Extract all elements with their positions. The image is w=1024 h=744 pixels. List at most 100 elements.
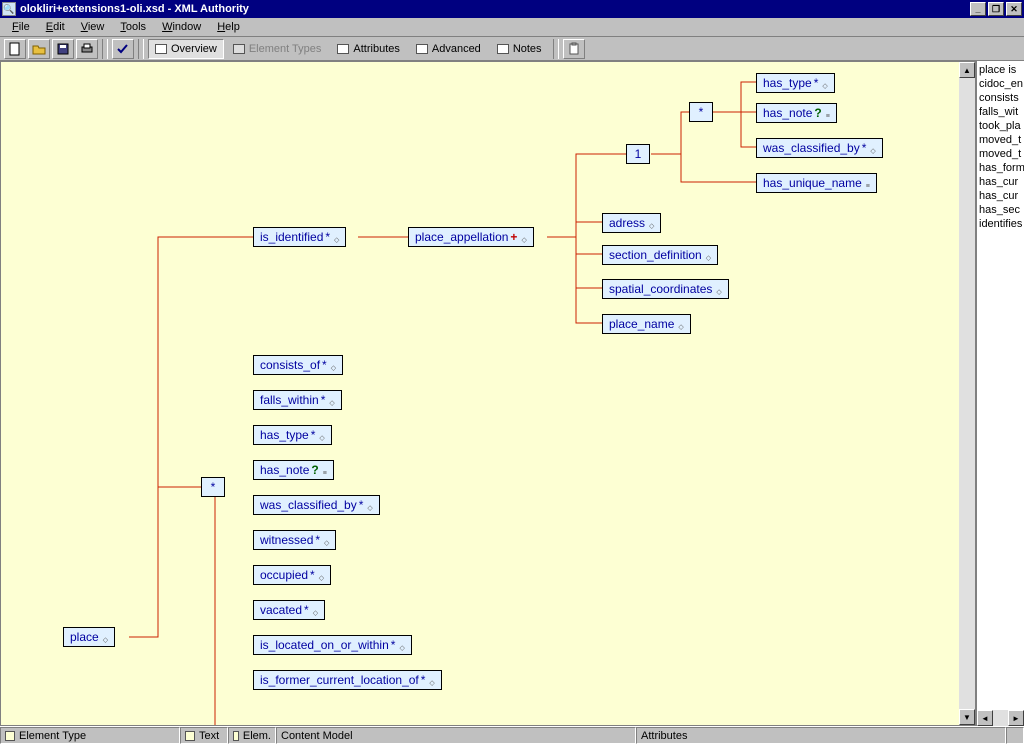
status-content-model: Content Model bbox=[276, 727, 636, 744]
open-button[interactable] bbox=[28, 39, 50, 59]
menu-window[interactable]: Window bbox=[154, 19, 209, 35]
clipboard-icon bbox=[567, 42, 581, 56]
node-section-definition[interactable]: section_definition◇ bbox=[602, 245, 718, 265]
tab-advanced-label: Advanced bbox=[432, 43, 481, 55]
minimize-button[interactable]: _ bbox=[970, 2, 986, 16]
notes-icon bbox=[497, 44, 509, 54]
status-text: Text bbox=[180, 727, 228, 744]
status-element-type: Element Type bbox=[0, 727, 180, 744]
scroll-track[interactable] bbox=[959, 78, 975, 709]
status-attributes: Attributes bbox=[636, 727, 1006, 744]
status-elem: Elem. bbox=[228, 727, 276, 744]
side-panel-item[interactable]: place is bbox=[979, 63, 1022, 77]
tab-overview[interactable]: Overview bbox=[148, 39, 224, 59]
node-has-note-top[interactable]: has_note?≡ bbox=[756, 103, 837, 123]
save-icon bbox=[56, 42, 70, 56]
scroll-left-button[interactable]: ◄ bbox=[977, 710, 993, 726]
maximize-button[interactable]: ❐ bbox=[988, 2, 1004, 16]
node-falls-within[interactable]: falls_within*◇ bbox=[253, 390, 342, 410]
node-place-appellation[interactable]: place_appellation+◇ bbox=[408, 227, 534, 247]
new-file-icon bbox=[8, 42, 22, 56]
side-panel-item[interactable]: has_cur bbox=[979, 175, 1022, 189]
tab-element-types-label: Element Types bbox=[249, 43, 322, 55]
node-place[interactable]: place◇ bbox=[63, 627, 115, 647]
save-button[interactable] bbox=[52, 39, 74, 59]
node-is-former-current-location-of[interactable]: is_former_current_location_of*◇ bbox=[253, 670, 442, 690]
check-icon bbox=[116, 42, 130, 56]
side-panel-item[interactable]: moved_t bbox=[979, 133, 1022, 147]
scroll-down-button[interactable]: ▼ bbox=[959, 709, 975, 725]
menu-view[interactable]: View bbox=[73, 19, 113, 35]
node-witnessed[interactable]: witnessed*◇ bbox=[253, 530, 336, 550]
node-spatial-coordinates[interactable]: spatial_coordinates◇ bbox=[602, 279, 729, 299]
node-has-type[interactable]: has_type*◇ bbox=[253, 425, 332, 445]
app-icon: 🔍 bbox=[2, 2, 16, 16]
node-one[interactable]: 1 bbox=[626, 144, 650, 164]
elem-icon bbox=[233, 731, 239, 741]
advanced-icon bbox=[416, 44, 428, 54]
side-panel-item[interactable]: moved_t bbox=[979, 147, 1022, 161]
node-was-classified-by[interactable]: was_classified_by*◇ bbox=[253, 495, 380, 515]
tab-advanced[interactable]: Advanced bbox=[409, 39, 488, 59]
side-panel-item[interactable]: has_sec bbox=[979, 203, 1022, 217]
side-panel-item[interactable]: has_form bbox=[979, 161, 1022, 175]
scroll-right-button[interactable]: ► bbox=[1008, 710, 1024, 726]
menu-tools[interactable]: Tools bbox=[112, 19, 154, 35]
print-button[interactable] bbox=[76, 39, 98, 59]
tab-attributes[interactable]: Attributes bbox=[330, 39, 406, 59]
node-occupied[interactable]: occupied*◇ bbox=[253, 565, 331, 585]
close-button[interactable]: ✕ bbox=[1006, 2, 1022, 16]
print-icon bbox=[80, 42, 94, 56]
element-type-icon bbox=[5, 731, 15, 741]
scroll-up-button[interactable]: ▲ bbox=[959, 62, 975, 78]
node-has-type-top[interactable]: has_type*◇ bbox=[756, 73, 835, 93]
tab-notes[interactable]: Notes bbox=[490, 39, 549, 59]
titlebar: 🔍 olokliri+extensions1-oli.xsd - XML Aut… bbox=[0, 0, 1024, 18]
overview-icon bbox=[155, 44, 167, 54]
element-types-icon bbox=[233, 44, 245, 54]
open-folder-icon bbox=[32, 42, 46, 56]
tab-overview-label: Overview bbox=[171, 43, 217, 55]
node-place-name[interactable]: place_name◇ bbox=[602, 314, 691, 334]
status-resize-grip[interactable] bbox=[1006, 727, 1024, 744]
clipboard-button[interactable] bbox=[563, 39, 585, 59]
side-panel-item[interactable]: falls_wit bbox=[979, 105, 1022, 119]
text-icon bbox=[185, 731, 195, 741]
side-panel-item[interactable]: identifies bbox=[979, 217, 1022, 231]
diagram-canvas[interactable]: * has_type*◇ has_note?≡ was_classified_b… bbox=[1, 62, 959, 725]
node-consists-of[interactable]: consists_of*◇ bbox=[253, 355, 343, 375]
window-title: olokliri+extensions1-oli.xsd - XML Autho… bbox=[20, 3, 970, 15]
tab-notes-label: Notes bbox=[513, 43, 542, 55]
side-panel-hscroll[interactable]: ◄ ► bbox=[977, 710, 1024, 726]
validate-button[interactable] bbox=[112, 39, 134, 59]
node-has-unique-name[interactable]: has_unique_name≡ bbox=[756, 173, 877, 193]
node-star-top[interactable]: * bbox=[689, 102, 713, 122]
side-panel-list[interactable]: place is cidoc_en consists falls_wit too… bbox=[977, 61, 1024, 710]
node-star-side[interactable]: * bbox=[201, 477, 225, 497]
node-is-identified[interactable]: is_identified*◇ bbox=[253, 227, 346, 247]
side-panel-item[interactable]: consists bbox=[979, 91, 1022, 105]
node-was-classified-by-top[interactable]: was_classified_by*◇ bbox=[756, 138, 883, 158]
side-scroll-track[interactable] bbox=[993, 710, 1008, 726]
toolbar: Overview Element Types Attributes Advanc… bbox=[0, 37, 1024, 61]
menu-edit[interactable]: Edit bbox=[38, 19, 73, 35]
tab-element-types[interactable]: Element Types bbox=[226, 39, 329, 59]
side-panel-item[interactable]: cidoc_en bbox=[979, 77, 1022, 91]
canvas-scrollbar[interactable]: ▲ ▼ bbox=[959, 62, 975, 725]
diagram-connections bbox=[1, 62, 959, 725]
node-adress[interactable]: adress◇ bbox=[602, 213, 661, 233]
menu-file[interactable]: File bbox=[4, 19, 38, 35]
node-is-located-on-or-within[interactable]: is_located_on_or_within*◇ bbox=[253, 635, 412, 655]
side-panel-item[interactable]: has_cur bbox=[979, 189, 1022, 203]
status-bar: Element Type Text Elem. Content Model At… bbox=[0, 726, 1024, 744]
node-has-note[interactable]: has_note?≡ bbox=[253, 460, 334, 480]
menu-bar: File Edit View Tools Window Help bbox=[0, 18, 1024, 37]
side-panel: place is cidoc_en consists falls_wit too… bbox=[976, 61, 1024, 726]
menu-help[interactable]: Help bbox=[209, 19, 248, 35]
attributes-icon bbox=[337, 44, 349, 54]
new-button[interactable] bbox=[4, 39, 26, 59]
diagram-canvas-wrap: * has_type*◇ has_note?≡ was_classified_b… bbox=[0, 61, 976, 726]
node-vacated[interactable]: vacated*◇ bbox=[253, 600, 325, 620]
tab-attributes-label: Attributes bbox=[353, 43, 399, 55]
side-panel-item[interactable]: took_pla bbox=[979, 119, 1022, 133]
